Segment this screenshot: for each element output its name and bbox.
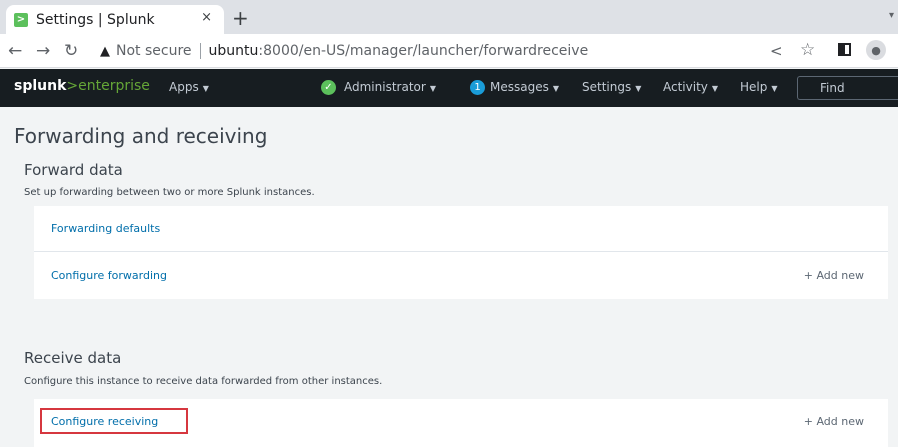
messages-label: Messages xyxy=(490,80,549,94)
browser-tab[interactable]: > Settings | Splunk × xyxy=(6,5,224,34)
chevron-down-icon: ▼ xyxy=(202,84,209,93)
profile-avatar-icon[interactable]: ● xyxy=(866,40,886,60)
close-tab-icon[interactable]: × xyxy=(201,10,212,25)
chevron-down-icon: ▼ xyxy=(429,84,436,93)
chevron-down-icon: ▼ xyxy=(635,84,642,93)
list-item: Configure forwarding + Add new xyxy=(34,253,888,299)
share-icon[interactable]: < xyxy=(770,42,783,60)
chevron-down-icon: ▼ xyxy=(711,84,719,93)
page-title: Forwarding and receiving xyxy=(14,124,268,148)
help-label: Help xyxy=(740,80,768,94)
browser-tabstrip: > Settings | Splunk × + ▾ xyxy=(0,0,898,34)
warning-icon[interactable]: ▲ xyxy=(100,44,110,59)
forward-arrow-icon[interactable]: → xyxy=(36,41,50,61)
administrator-label: Administrator xyxy=(344,80,426,94)
chevron-down-icon: ▼ xyxy=(771,84,778,93)
receive-data-heading: Receive data xyxy=(24,349,122,367)
settings-label: Settings xyxy=(582,80,632,94)
help-menu[interactable]: Help ▼ xyxy=(740,80,778,94)
configure-receiving-link[interactable]: Configure receiving xyxy=(51,415,158,428)
list-item: Forwarding defaults xyxy=(34,206,888,252)
splunk-navbar: splunk>enterprise Apps ▼ ✓ Administrator ▼… xyxy=(0,69,898,107)
add-new-receiving-link[interactable]: + Add new xyxy=(804,415,864,428)
administrator-menu[interactable]: Administrator ▼ xyxy=(344,80,436,94)
find-input[interactable]: Find xyxy=(797,76,898,100)
apps-label: Apps xyxy=(169,80,199,94)
messages-menu[interactable]: Messages ▼ xyxy=(490,80,559,94)
logo-enterprise-text: enterprise xyxy=(78,78,150,94)
bookmark-star-icon[interactable]: ☆ xyxy=(800,40,815,60)
chevron-down-icon: ▼ xyxy=(552,84,560,93)
apps-menu[interactable]: Apps ▼ xyxy=(169,80,209,94)
add-new-forwarding-link[interactable]: + Add new xyxy=(804,269,864,282)
splunk-favicon-icon: > xyxy=(14,12,28,27)
health-ok-check-icon[interactable]: ✓ xyxy=(321,80,336,95)
address-bar[interactable]: ▲ Not secure ubuntu:8000/en-US/manager/l… xyxy=(92,37,812,65)
logo-gt-text: > xyxy=(66,78,79,94)
omnibox-divider xyxy=(199,43,201,59)
not-secure-label[interactable]: Not secure xyxy=(116,43,192,59)
configure-forwarding-link[interactable]: Configure forwarding xyxy=(51,269,167,282)
logo-splunk-text: splunk xyxy=(14,78,67,94)
messages-count-badge[interactable]: 1 xyxy=(470,80,485,95)
settings-menu[interactable]: Settings ▼ xyxy=(582,80,641,94)
url-host: ubuntu xyxy=(208,43,259,59)
tab-title: Settings | Splunk xyxy=(36,11,155,28)
new-tab-button[interactable]: + xyxy=(232,6,249,30)
tab-search-chevron-icon[interactable]: ▾ xyxy=(889,10,894,21)
activity-menu[interactable]: Activity ▼ xyxy=(663,80,718,94)
browser-toolbar: ← → ↻ ▲ Not secure ubuntu:8000/en-US/man… xyxy=(0,34,898,68)
forward-data-description: Set up forwarding between two or more Sp… xyxy=(24,187,315,198)
reload-icon[interactable]: ↻ xyxy=(64,41,78,61)
forward-data-heading: Forward data xyxy=(24,161,123,179)
receive-data-card: Configure receiving + Add new xyxy=(34,399,888,447)
back-arrow-icon[interactable]: ← xyxy=(8,41,22,61)
splunk-logo[interactable]: splunk>enterprise xyxy=(14,78,150,94)
url-path: :8000/en-US/manager/launcher/forwardrece… xyxy=(258,43,589,59)
list-item: Configure receiving + Add new xyxy=(34,399,888,445)
main-content: Forwarding and receiving Forward data Se… xyxy=(0,107,898,447)
side-panel-icon[interactable] xyxy=(838,43,851,56)
activity-label: Activity xyxy=(663,80,708,94)
forward-data-card: Forwarding defaults Configure forwarding… xyxy=(34,206,888,299)
forwarding-defaults-link[interactable]: Forwarding defaults xyxy=(51,222,160,235)
receive-data-description: Configure this instance to receive data … xyxy=(24,376,383,387)
